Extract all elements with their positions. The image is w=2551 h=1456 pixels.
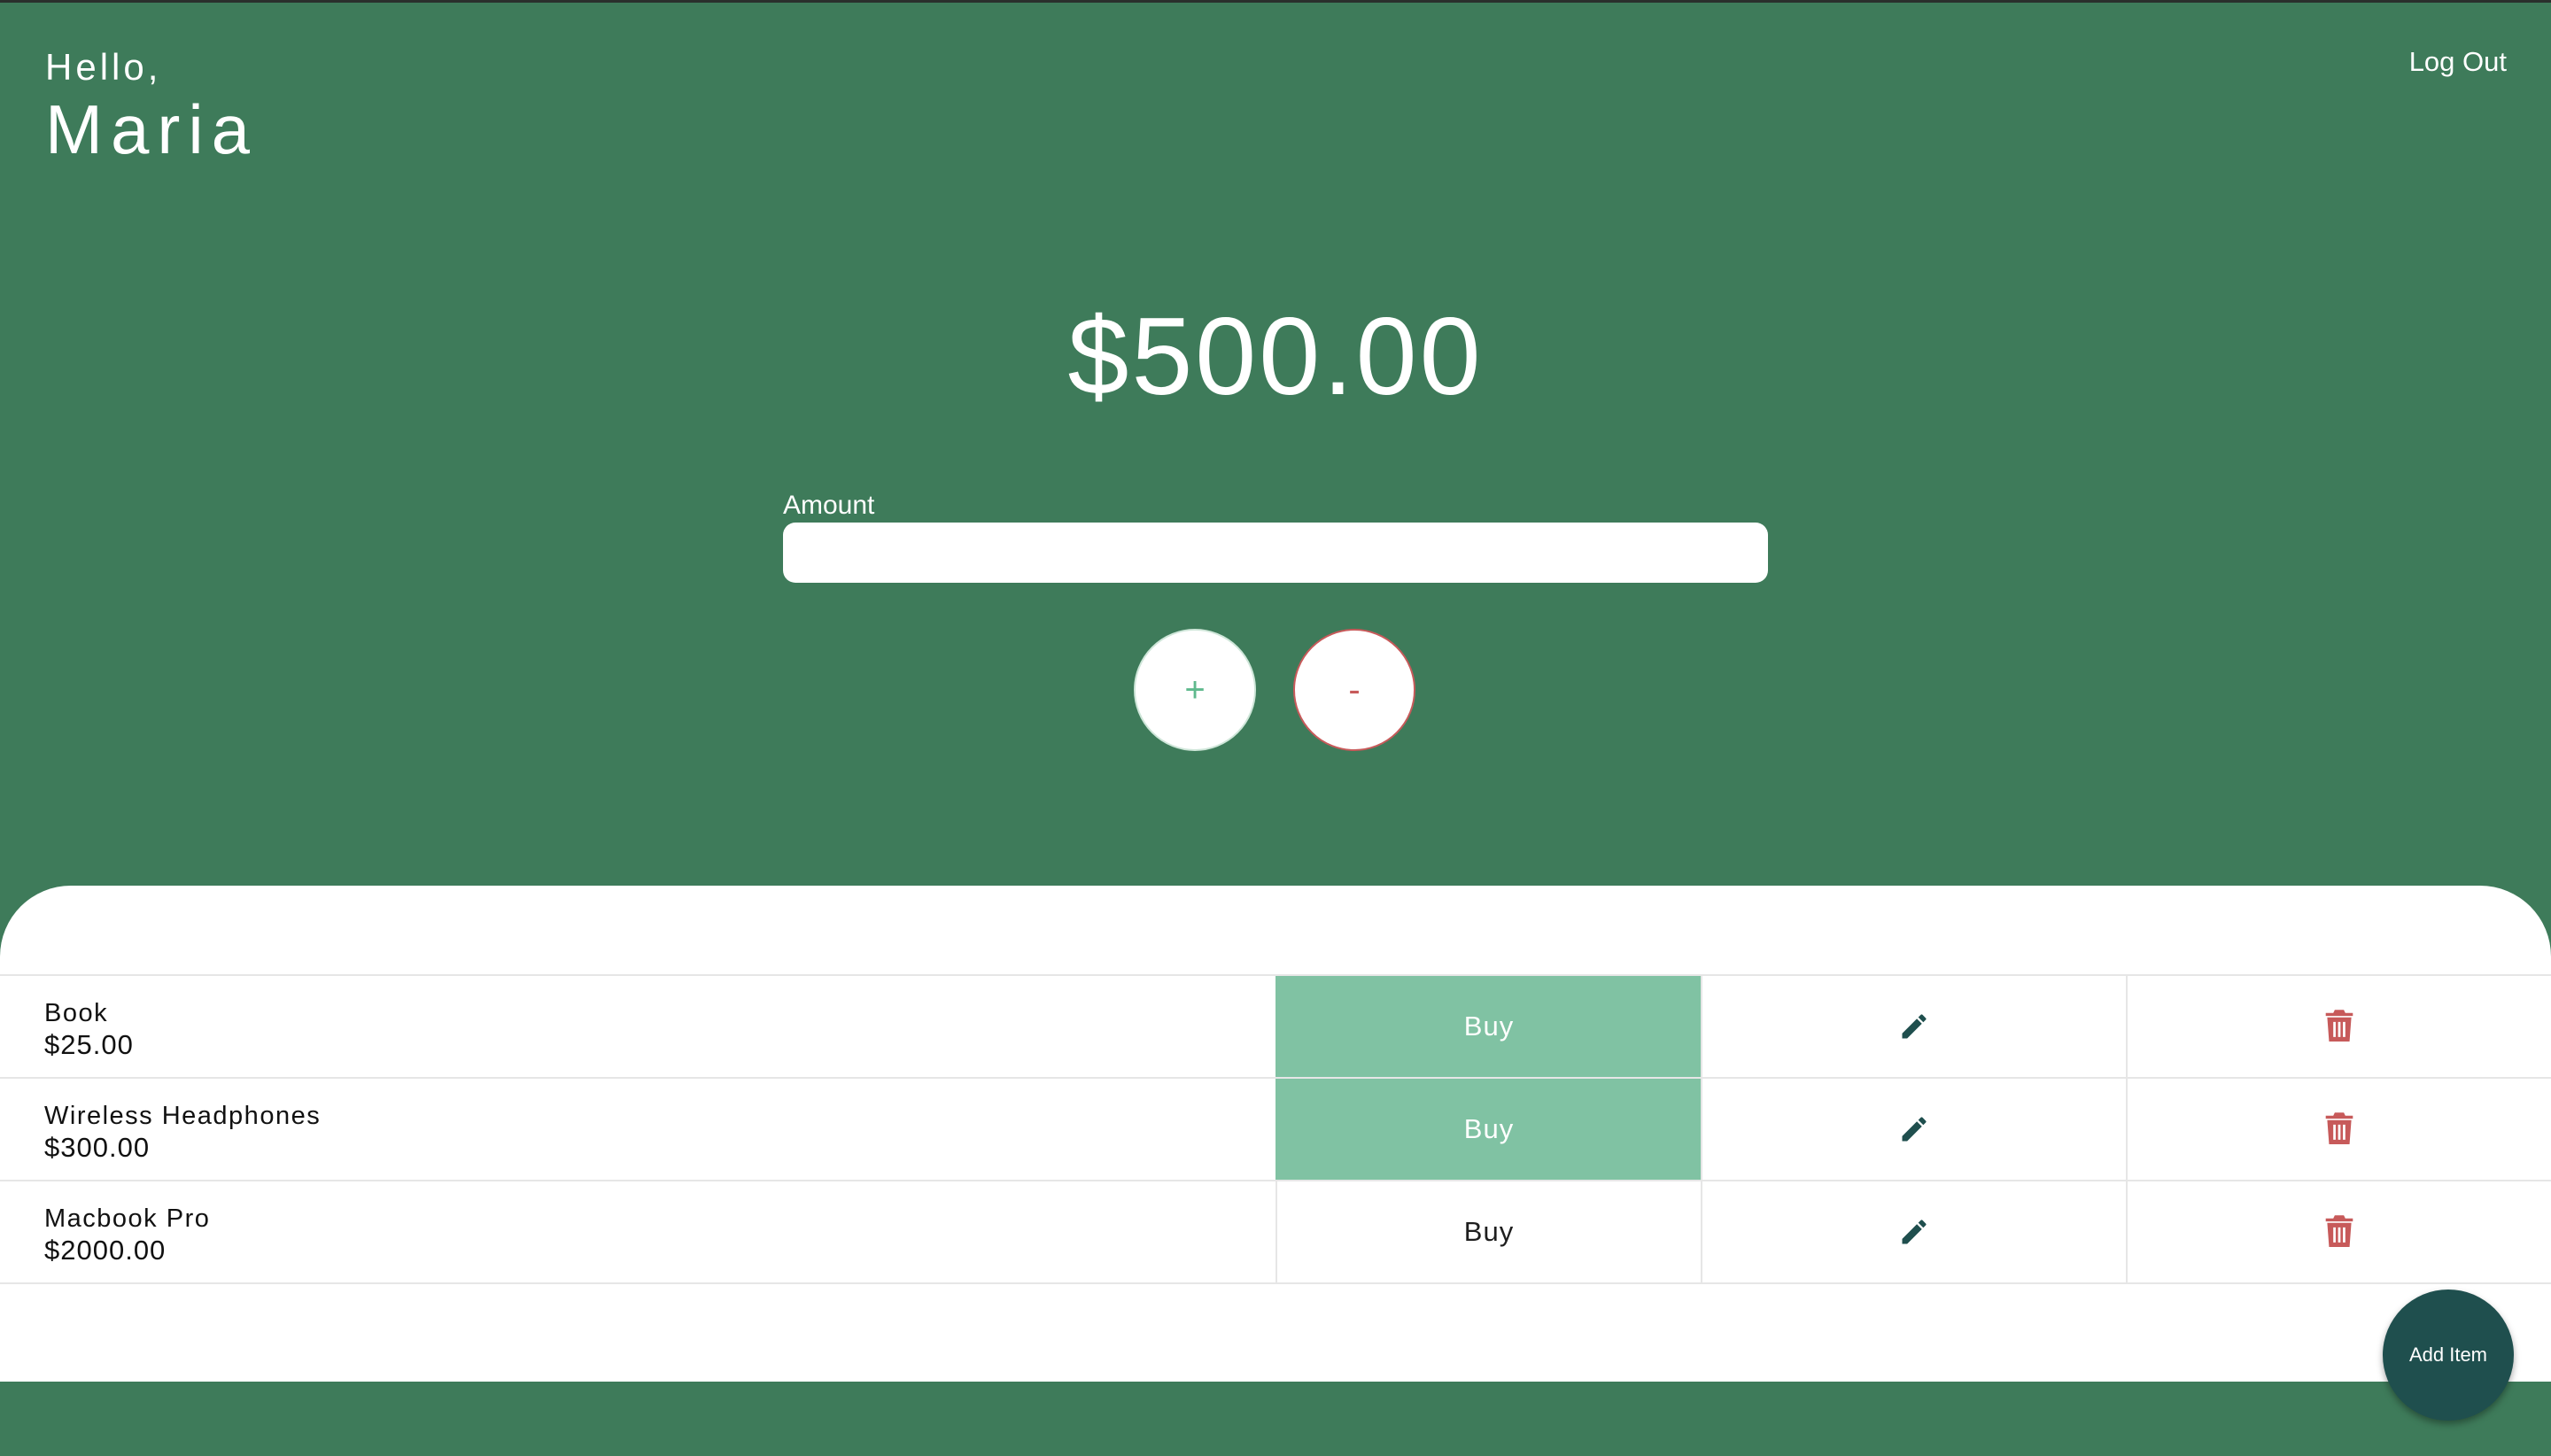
- list-item: Macbook Pro $2000.00 Buy: [0, 1181, 2551, 1284]
- pencil-icon: [1898, 1216, 1930, 1248]
- user-name: Maria: [45, 90, 259, 168]
- greeting: Hello, Maria: [45, 44, 258, 167]
- list-item: Wireless Headphones $300.00 Buy: [0, 1079, 2551, 1181]
- item-info: Wireless Headphones $300.00: [0, 1079, 1276, 1180]
- logout-button[interactable]: Log Out: [2409, 46, 2507, 78]
- item-price: $2000.00: [44, 1235, 167, 1266]
- item-name: Macbook Pro: [44, 1204, 211, 1233]
- balance-amount: $500.00: [1067, 296, 1484, 418]
- subtract-funds-button[interactable]: -: [1293, 629, 1415, 751]
- items-list: Book $25.00 Buy Wireless Headphones $300…: [0, 974, 2551, 1284]
- item-info: Book $25.00: [0, 976, 1276, 1077]
- item-info: Macbook Pro $2000.00: [0, 1181, 1276, 1282]
- delete-button[interactable]: [2126, 1181, 2551, 1282]
- item-name: Wireless Headphones: [44, 1102, 322, 1130]
- list-item: Book $25.00 Buy: [0, 976, 2551, 1079]
- buy-button[interactable]: Buy: [1276, 1181, 1701, 1282]
- trash-icon: [2324, 1215, 2354, 1249]
- delete-button[interactable]: [2126, 976, 2551, 1077]
- edit-button[interactable]: [1701, 1181, 2126, 1282]
- delete-button[interactable]: [2126, 1079, 2551, 1180]
- edit-button[interactable]: [1701, 976, 2126, 1077]
- pencil-icon: [1898, 1113, 1930, 1145]
- item-name: Book: [44, 999, 109, 1027]
- pencil-icon: [1898, 1011, 1930, 1042]
- buy-button[interactable]: Buy: [1276, 976, 1701, 1077]
- item-price: $25.00: [44, 1029, 134, 1060]
- amount-label: Amount: [783, 491, 875, 520]
- edit-button[interactable]: [1701, 1079, 2126, 1180]
- add-item-button[interactable]: Add Item: [2383, 1289, 2514, 1421]
- amount-input[interactable]: [783, 523, 1768, 583]
- trash-icon: [2324, 1010, 2354, 1043]
- top-border: [0, 0, 2551, 3]
- item-price: $300.00: [44, 1132, 151, 1163]
- buy-button[interactable]: Buy: [1276, 1079, 1701, 1180]
- trash-icon: [2324, 1112, 2354, 1146]
- add-funds-button[interactable]: +: [1134, 629, 1256, 751]
- greeting-text: Hello,: [45, 46, 162, 88]
